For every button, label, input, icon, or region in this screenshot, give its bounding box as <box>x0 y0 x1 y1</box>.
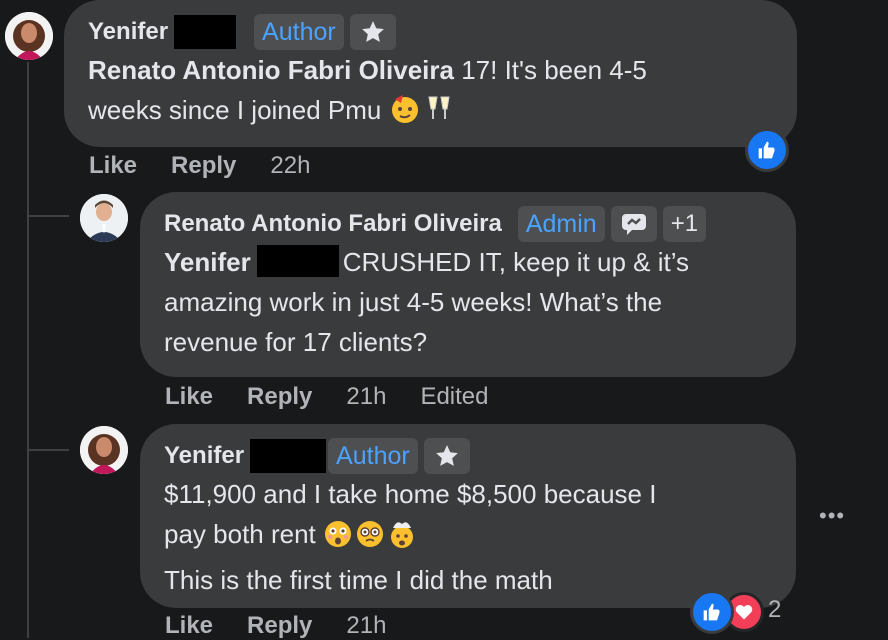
party-face-emoji <box>389 93 421 136</box>
comment-text: Renato Antonio Fabri Oliveira 17! It's b… <box>88 50 773 136</box>
edited-label: Edited <box>420 383 489 410</box>
comment-bubble: Renato Antonio Fabri Oliveira Admin +1 Y… <box>140 192 796 377</box>
comment-author[interactable]: Yenifer <box>88 18 168 46</box>
heart-icon <box>735 604 753 620</box>
thumbs-up-icon <box>758 141 775 159</box>
timestamp[interactable]: 21h <box>346 383 386 411</box>
timestamp[interactable]: 22h <box>270 152 310 180</box>
reply-button[interactable]: Reply <box>247 383 312 411</box>
thumbs-up-icon <box>703 603 720 621</box>
flushed-face-emoji <box>323 519 353 560</box>
comment-actions: Like Reply 22h <box>89 152 344 180</box>
clinking-glasses-emoji <box>423 93 455 136</box>
like-button[interactable]: Like <box>165 383 213 411</box>
comment-actions: Like Reply 21h Edited <box>165 383 523 411</box>
star-badge <box>349 14 396 50</box>
star-icon <box>435 445 458 466</box>
reply-button[interactable]: Reply <box>247 612 312 640</box>
dizzy-face-emoji <box>355 519 385 560</box>
comment-text: Yenifer CRUSHED IT, keep it up & it’s ama… <box>164 245 690 357</box>
thread-connector <box>27 449 69 451</box>
redaction-box <box>256 245 339 277</box>
like-reaction[interactable] <box>690 590 734 634</box>
comment-text: $11,900 and I take home $8,500 because I… <box>164 479 657 595</box>
avatar[interactable] <box>80 426 128 474</box>
redaction-box <box>250 439 327 473</box>
admin-badge: Admin <box>517 206 605 242</box>
comment-author[interactable]: Renato Antonio Fabri Oliveira <box>164 210 502 238</box>
like-button[interactable]: Like <box>89 152 137 180</box>
mention-link[interactable]: Yenifer <box>164 247 251 277</box>
thread-connector <box>27 215 69 217</box>
timestamp[interactable]: 21h <box>346 612 386 640</box>
avatar[interactable] <box>5 12 53 60</box>
comment-bubble: Yenifer Author $11,900 and I take home $… <box>140 424 796 608</box>
like-reaction[interactable] <box>745 128 789 172</box>
reply-button[interactable]: Reply <box>171 152 236 180</box>
avatar[interactable] <box>80 194 128 242</box>
star-badge <box>423 438 470 474</box>
mention-link[interactable]: Renato Antonio Fabri Oliveira <box>88 55 454 85</box>
star-icon <box>361 21 384 42</box>
thread-line <box>27 62 29 638</box>
comment-bubble: Yenifer Author Renato Antonio Fabri Oliv… <box>64 0 797 147</box>
author-badge: Author <box>328 438 418 474</box>
chat-badge <box>610 206 657 242</box>
comment-actions: Like Reply 21h <box>165 612 420 640</box>
redaction-box <box>174 15 237 49</box>
chat-bubble-icon <box>621 214 646 235</box>
like-button[interactable]: Like <box>165 612 213 640</box>
more-options-button[interactable]: ••• <box>819 503 845 529</box>
comment-author[interactable]: Yenifer <box>164 442 244 470</box>
reaction-count[interactable]: 2 <box>768 596 781 624</box>
author-badge: Author <box>254 14 344 50</box>
more-badges[interactable]: +1 <box>662 206 707 242</box>
exploding-head-emoji <box>387 519 417 560</box>
